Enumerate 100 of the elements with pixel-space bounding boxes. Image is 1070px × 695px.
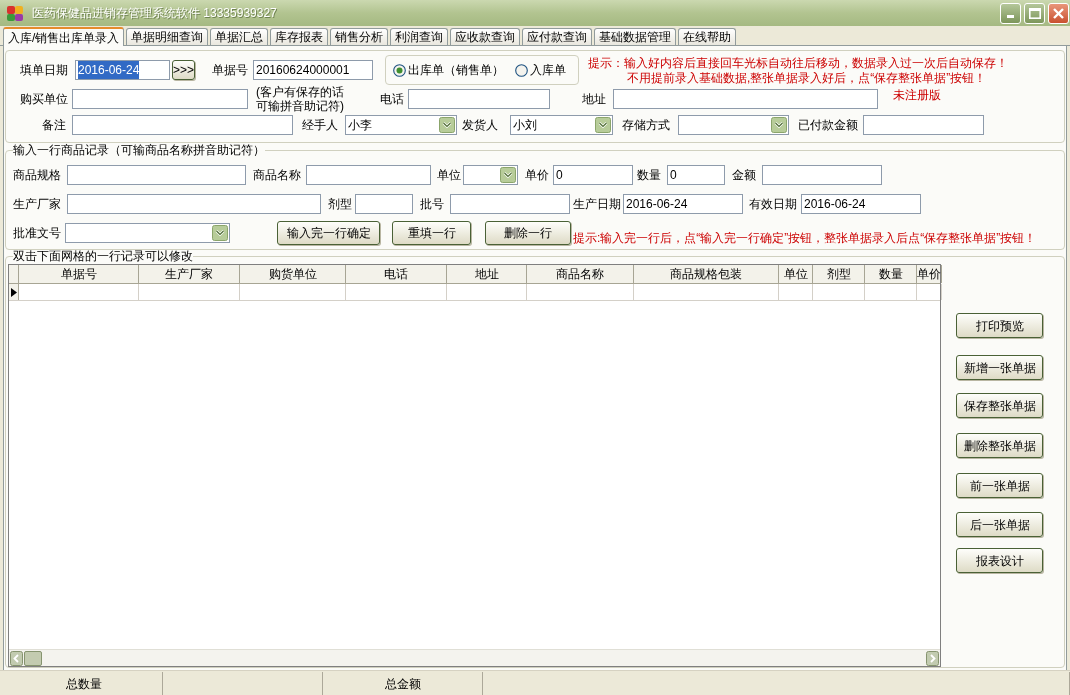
field-label: 单位	[437, 168, 461, 182]
tab[interactable]: 在线帮助	[678, 28, 737, 45]
action-button[interactable]: 后一张单据	[956, 512, 1043, 537]
address-field[interactable]	[613, 89, 878, 109]
field-label: 批号	[420, 197, 444, 211]
column-header[interactable]: 商品规格包装	[634, 265, 779, 283]
column-header[interactable]: 单据号	[19, 265, 139, 283]
window-title: 医药保健品进销存管理系统软件 13335939327	[32, 5, 277, 22]
shipper-select[interactable]: 小刘	[510, 115, 613, 135]
close-button[interactable]	[1048, 2, 1069, 24]
action-button[interactable]: 删除整张单据	[956, 433, 1043, 458]
field-label: 单据号	[212, 63, 248, 77]
field-label: 剂型	[328, 197, 352, 211]
action-button[interactable]: 输入完一行确定	[277, 221, 380, 245]
date-field[interactable]: 2016-06-24	[75, 60, 170, 80]
field-label: 生产日期	[573, 197, 621, 211]
minimize-icon	[1007, 15, 1014, 18]
date-picker-button[interactable]: >>>	[172, 60, 195, 80]
field-label: 有效日期	[749, 197, 797, 211]
chevron-down-icon	[595, 117, 611, 133]
column-header[interactable]: 电话	[346, 265, 447, 283]
status-text: 总金额	[323, 672, 483, 695]
scroll-right-icon[interactable]	[926, 650, 939, 666]
production-date-field[interactable]: 2016-06-24	[623, 194, 743, 214]
field-label: 购买单位	[20, 92, 68, 106]
tab[interactable]: 库存报表	[270, 28, 329, 45]
minimize-button[interactable]	[1000, 2, 1021, 24]
price-field[interactable]: 0	[553, 165, 633, 185]
field-label: 地址	[582, 92, 606, 106]
action-button[interactable]: 报表设计	[956, 548, 1043, 573]
action-button[interactable]: 保存整张单据	[956, 393, 1043, 418]
tab[interactable]: 利润查询	[390, 28, 449, 45]
paid-amount-field[interactable]	[863, 115, 984, 135]
tab[interactable]: 基础数据管理	[594, 28, 677, 45]
hint-text: (客户有保存的话	[256, 85, 345, 99]
column-header[interactable]: 剂型	[813, 265, 865, 283]
column-header[interactable]: 商品名称	[527, 265, 634, 283]
action-button[interactable]: 删除一行	[485, 221, 571, 245]
hint-text: 可输拼音助记符)	[256, 99, 345, 113]
field-label: 备注	[42, 118, 66, 132]
action-button[interactable]: 前一张单据	[956, 473, 1043, 498]
tab[interactable]: 单据明细查询	[126, 28, 209, 45]
manufacturer-field[interactable]	[67, 194, 321, 214]
maximize-icon	[1028, 7, 1041, 19]
quantity-field[interactable]: 0	[667, 165, 725, 185]
approval-number-select[interactable]	[65, 223, 230, 243]
column-header[interactable]: 生产厂家	[139, 265, 240, 283]
field-label: 单价	[525, 168, 549, 182]
buyer-field[interactable]	[72, 89, 248, 109]
maximize-button[interactable]	[1024, 2, 1045, 24]
column-header[interactable]: 单位	[779, 265, 813, 283]
close-icon	[1053, 7, 1064, 19]
scroll-left-icon[interactable]	[10, 650, 23, 666]
tab[interactable]: 单据汇总	[210, 28, 269, 45]
field-label: 发货人	[462, 118, 498, 132]
column-header[interactable]: 单价	[917, 265, 942, 283]
row-pointer-icon	[10, 287, 17, 297]
spec-field[interactable]	[67, 165, 246, 185]
scrollbar-thumb[interactable]	[24, 650, 42, 666]
tab[interactable]: 销售分析	[330, 28, 389, 45]
tab[interactable]: 应收款查询	[450, 28, 521, 45]
storage-select[interactable]	[678, 115, 789, 135]
field-label: 存储方式	[622, 118, 670, 132]
field-label: 金额	[732, 168, 756, 182]
app-icon	[7, 5, 23, 21]
field-label: 生产厂家	[13, 197, 61, 211]
field-label: 数量	[637, 168, 661, 182]
action-button[interactable]: 打印预览	[956, 313, 1043, 338]
column-header[interactable]: 数量	[865, 265, 917, 283]
action-button[interactable]: 新增一张单据	[956, 355, 1043, 380]
action-button[interactable]: 重填一行	[392, 221, 471, 245]
batch-field[interactable]	[450, 194, 570, 214]
chevron-down-icon	[771, 117, 787, 133]
phone-field[interactable]	[408, 89, 550, 109]
field-label: 商品名称	[253, 168, 301, 182]
tab[interactable]: 应付款查询	[522, 28, 593, 45]
product-name-field[interactable]	[306, 165, 431, 185]
expiry-date-field[interactable]: 2016-06-24	[801, 194, 921, 214]
group-title: 输入一行商品记录（可输商品名称拼音助记符）	[13, 144, 265, 156]
remark-field[interactable]	[72, 115, 293, 135]
handler-select[interactable]: 小李	[345, 115, 457, 135]
column-header[interactable]: 地址	[447, 265, 527, 283]
field-label: 电话	[380, 92, 404, 106]
tab[interactable]: 入库/销售出库单录入	[3, 27, 125, 46]
chevron-down-icon	[439, 117, 455, 133]
chevron-down-icon	[500, 167, 516, 183]
radio-option[interactable]: 入库单	[515, 61, 566, 79]
tip-text: 提示:输入完一行后，点“输入完一行确定”按钮，整张单据录入后点“保存整张单据”按钮！	[573, 232, 1037, 245]
field-label: 商品规格	[13, 168, 61, 182]
field-label: 填单日期	[20, 63, 68, 77]
unit-select[interactable]	[463, 165, 518, 185]
edition-text: 未注册版	[893, 88, 941, 102]
field-label: 已付款金额	[798, 118, 858, 132]
radio-option[interactable]: 出库单（销售单）	[393, 61, 504, 79]
tip-text: 不用提前录入基础数据,整张单据录入好后，点“保存整张单据”按钮！	[627, 71, 988, 86]
column-header[interactable]: 购货单位	[240, 265, 346, 283]
amount-field[interactable]	[762, 165, 882, 185]
order-number-field[interactable]: 20160624000001	[253, 60, 373, 80]
dosage-form-field[interactable]	[355, 194, 413, 214]
field-label: 经手人	[302, 118, 338, 132]
